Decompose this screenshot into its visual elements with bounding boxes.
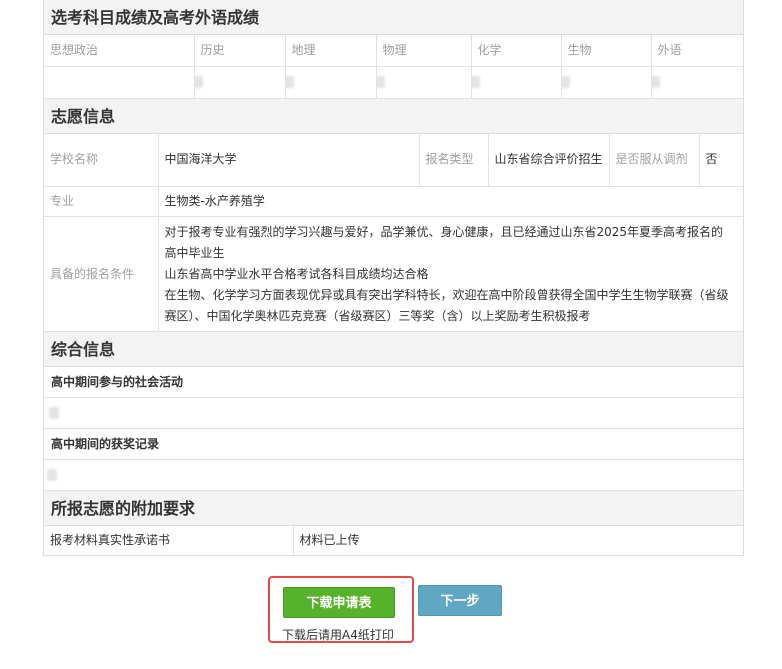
score-chemistry-redacted [471,66,562,99]
condition-item: 山东省高中学业水平合格考试各科目成绩均达合格 [164,266,429,281]
apply-type-label: 报名类型 [419,133,489,187]
next-step-button[interactable]: 下一步 [418,585,502,616]
score-history-redacted [194,66,286,99]
major-label: 专业 [44,186,159,217]
additional-table: 报考材料真实性承诺书 材料已上传 [44,526,743,556]
application-form: 选考科目成绩及高考外语成绩 思想政治 历史 地理 物理 化学 生物 外语 志愿信… [43,0,744,556]
awards-label: 高中期间的获奖记录 [44,429,743,460]
social-activities-label: 高中期间参与的社会活动 [44,367,743,398]
adjust-value: 否 [699,133,743,187]
major-value: 生物类-水产养殖学 [158,186,743,217]
pledge-label: 报考材料真实性承诺书 [44,526,294,556]
score-politics-redacted [44,66,195,99]
subject-history-label: 历史 [194,35,286,67]
conditions-cell: 对于报考专业有强烈的学习兴趣与爱好，品学兼优、身心健康，且已经通过山东省2025… [158,216,743,332]
aspiration-table: 学校名称 中国海洋大学 报名类型 山东省综合评价招生 是否服从调剂 否 专业 生… [44,133,743,332]
pledge-status: 材料已上传 [293,526,743,556]
condition-label: 具备的报名条件 [44,216,159,332]
subject-geography-label: 地理 [285,35,377,67]
download-application-button[interactable]: 下载申请表 [283,587,395,618]
condition-item: 对于报考专业有强烈的学习兴趣与爱好，品学兼优、身心健康，且已经通过山东省2025… [164,224,724,260]
score-physics-redacted [376,66,472,99]
aspiration-section-title: 志愿信息 [44,98,743,134]
social-activities-value-redacted [44,398,743,429]
awards-value-redacted [44,460,743,491]
subject-chemistry-label: 化学 [471,35,562,67]
print-hint: 下载后请用A4纸打印 [282,628,394,642]
subject-physics-label: 物理 [376,35,472,67]
school-name-value: 中国海洋大学 [158,133,420,187]
actions-area: 下载申请表 下一步 下载后请用A4纸打印 [0,575,782,645]
score-foreign-language-redacted [651,66,743,99]
subject-foreign-language-label: 外语 [651,35,743,67]
school-name-label: 学校名称 [44,133,159,187]
additional-section-title: 所报志愿的附加要求 [44,491,743,526]
subject-biology-label: 生物 [561,35,652,67]
score-geography-redacted [285,66,377,99]
condition-item: 在生物、化学学习方面表现优异或具有突出学科特长，欢迎在高中阶段曾获得全国中学生生… [164,287,729,323]
adjust-label: 是否服从调剂 [609,133,700,187]
score-biology-redacted [561,66,652,99]
elective-scores-table: 思想政治 历史 地理 物理 化学 生物 外语 [44,35,743,99]
apply-type-value: 山东省综合评价招生 [488,133,610,187]
comprehensive-section-title: 综合信息 [44,332,743,367]
subject-politics-label: 思想政治 [44,35,195,67]
elective-section-title: 选考科目成绩及高考外语成绩 [44,0,743,35]
